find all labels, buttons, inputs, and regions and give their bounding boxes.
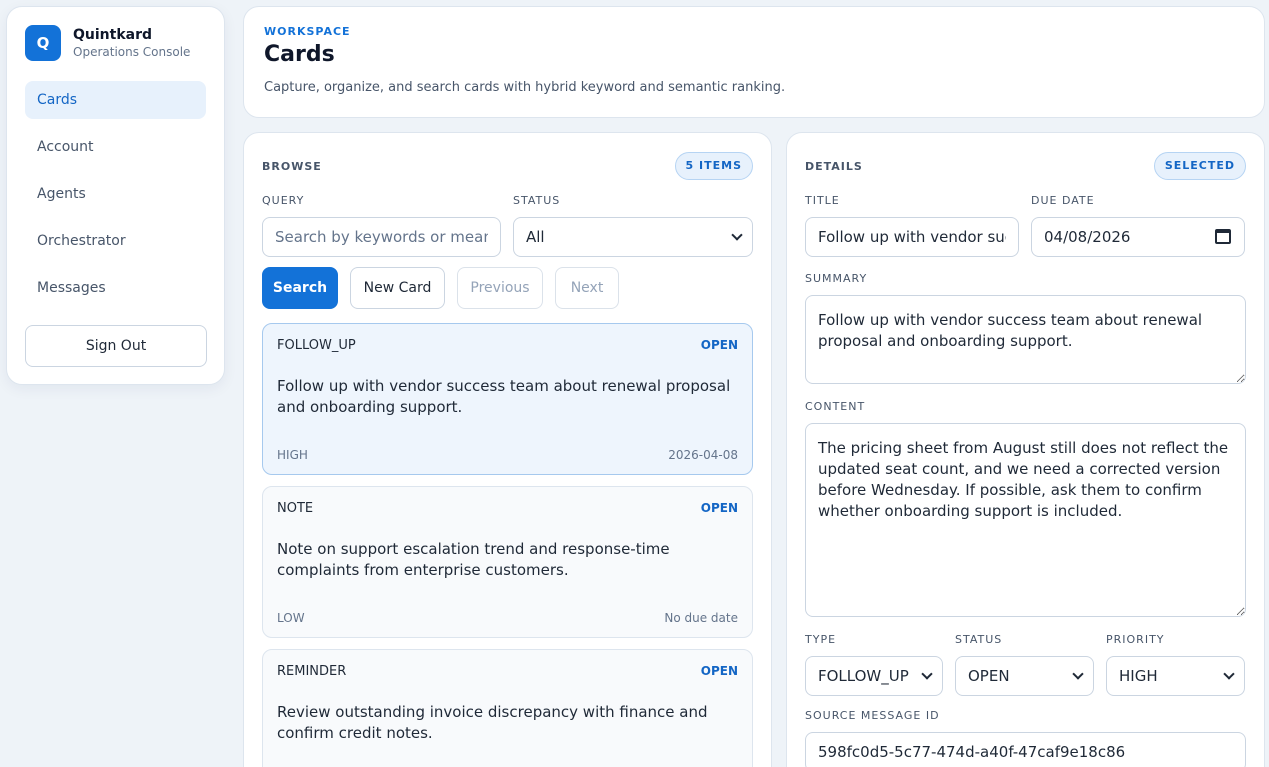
browse-panel: BROWSE 5 ITEMS QUERY STATUS All Search N…: [243, 132, 772, 767]
card-text: Note on support escalation trend and res…: [277, 540, 670, 579]
status-select[interactable]: OPEN: [955, 656, 1094, 696]
title-input[interactable]: [805, 217, 1019, 257]
due-date-value: 04/08/2026: [1031, 217, 1245, 257]
card-priority: LOW: [277, 611, 305, 625]
browse-title: BROWSE: [262, 159, 322, 173]
content-textarea[interactable]: The pricing sheet from August still does…: [805, 423, 1246, 617]
next-button[interactable]: Next: [555, 267, 619, 309]
content-label: CONTENT: [805, 400, 866, 413]
title-label: TITLE: [805, 194, 840, 207]
details-title: DETAILS: [805, 159, 863, 173]
card-due-date: No due date: [664, 611, 738, 625]
brand-subtitle: Operations Console: [73, 45, 191, 59]
calendar-icon[interactable]: [1215, 229, 1231, 244]
due-date-label: DUE DATE: [1031, 194, 1095, 207]
card-type: REMINDER: [277, 664, 347, 679]
source-message-label: SOURCE MESSAGE ID: [805, 709, 940, 722]
card-priority: HIGH: [277, 448, 308, 462]
sidebar-item-messages[interactable]: Messages: [25, 269, 206, 307]
new-card-button[interactable]: New Card: [350, 267, 445, 309]
sidebar-nav: Cards Account Agents Orchestrator Messag…: [25, 81, 206, 307]
previous-button[interactable]: Previous: [457, 267, 543, 309]
status-filter-select[interactable]: All: [513, 217, 753, 257]
status-label: STATUS: [955, 633, 1003, 646]
card-item[interactable]: FOLLOW_UP OPEN Follow up with vendor suc…: [262, 323, 753, 475]
items-count-badge: 5 ITEMS: [674, 152, 753, 180]
search-button[interactable]: Search: [262, 267, 338, 309]
priority-value: HIGH: [1106, 656, 1245, 696]
card-status: OPEN: [700, 501, 738, 515]
brand: Q Quintkard Operations Console: [25, 23, 206, 63]
sidebar-item-account[interactable]: Account: [25, 128, 206, 166]
brand-name: Quintkard: [73, 27, 153, 43]
page-header: WORKSPACE Cards Capture, organize, and s…: [243, 6, 1265, 118]
priority-label: PRIORITY: [1106, 633, 1165, 646]
sidebar-item-cards[interactable]: Cards: [25, 81, 206, 119]
card-item[interactable]: NOTE OPEN Note on support escalation tre…: [262, 486, 753, 638]
type-value: FOLLOW_UP: [805, 656, 943, 696]
page-title: Cards: [264, 42, 335, 67]
source-message-input[interactable]: [805, 732, 1246, 767]
card-due-date: 2026-04-08: [668, 448, 738, 462]
card-text: Follow up with vendor success team about…: [277, 377, 731, 416]
due-date-input[interactable]: 04/08/2026: [1031, 217, 1245, 257]
page-eyebrow: WORKSPACE: [264, 25, 351, 38]
card-item[interactable]: REMINDER OPEN Review outstanding invoice…: [262, 649, 753, 767]
status-filter-label: STATUS: [513, 194, 561, 207]
sidebar: Q Quintkard Operations Console Cards Acc…: [6, 6, 225, 385]
card-status: OPEN: [700, 664, 738, 678]
query-label: QUERY: [262, 194, 305, 207]
card-status: OPEN: [700, 338, 738, 352]
sidebar-item-orchestrator[interactable]: Orchestrator: [25, 222, 206, 260]
status-filter-value: All: [513, 217, 753, 257]
selected-badge: SELECTED: [1153, 152, 1246, 180]
sign-out-button[interactable]: Sign Out: [25, 325, 207, 367]
type-select[interactable]: FOLLOW_UP: [805, 656, 943, 696]
card-type: FOLLOW_UP: [277, 338, 356, 353]
brand-logo-icon: Q: [25, 25, 61, 61]
priority-select[interactable]: HIGH: [1106, 656, 1245, 696]
card-type: NOTE: [277, 501, 314, 516]
sidebar-item-agents[interactable]: Agents: [25, 175, 206, 213]
page-subtitle: Capture, organize, and search cards with…: [264, 80, 786, 95]
summary-textarea[interactable]: Follow up with vendor success team about…: [805, 295, 1246, 384]
status-value: OPEN: [955, 656, 1094, 696]
type-label: TYPE: [805, 633, 837, 646]
search-input[interactable]: [262, 217, 501, 257]
summary-label: SUMMARY: [805, 272, 868, 285]
card-text: Review outstanding invoice discrepancy w…: [277, 703, 708, 742]
details-panel: DETAILS SELECTED TITLE DUE DATE 04/08/20…: [786, 132, 1265, 767]
